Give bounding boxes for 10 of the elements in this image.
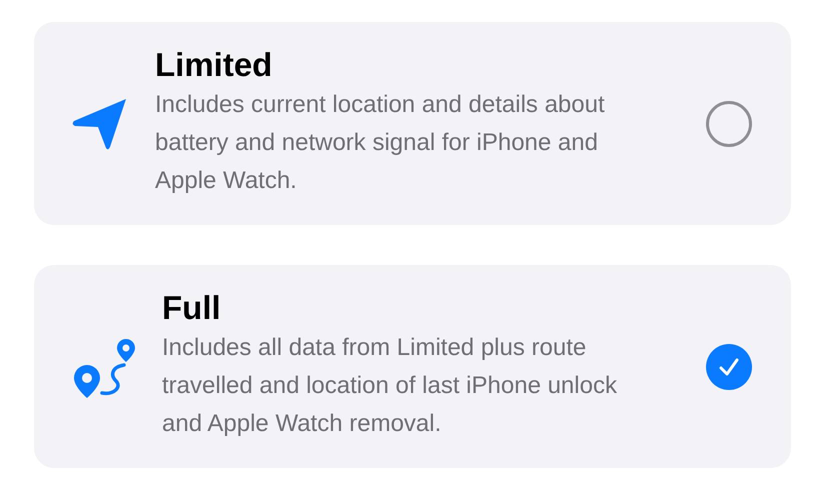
location-arrow-icon (72, 96, 128, 150)
option-title: Limited (155, 44, 274, 84)
option-card[interactable]: Limited Includes current location and details about battery and network signal for iPhone and Apple Watch. (34, 22, 791, 225)
radio-button[interactable] (706, 344, 752, 390)
radio-button[interactable] (706, 100, 752, 146)
checkmark-icon (719, 358, 739, 376)
option-title: Full (162, 288, 222, 328)
option-description: Includes current location and details about battery and network signal for iPhone and Apple Watch. (155, 90, 606, 196)
option-card[interactable]: Full Includes all data from Limited plus route travelled and location of last iPhone unlock and Apple Watch removal. (34, 265, 791, 468)
option-description: Includes all data from Limited plus route travelled and location of last iPhone unlock and Apple Watch removal. (162, 332, 618, 438)
